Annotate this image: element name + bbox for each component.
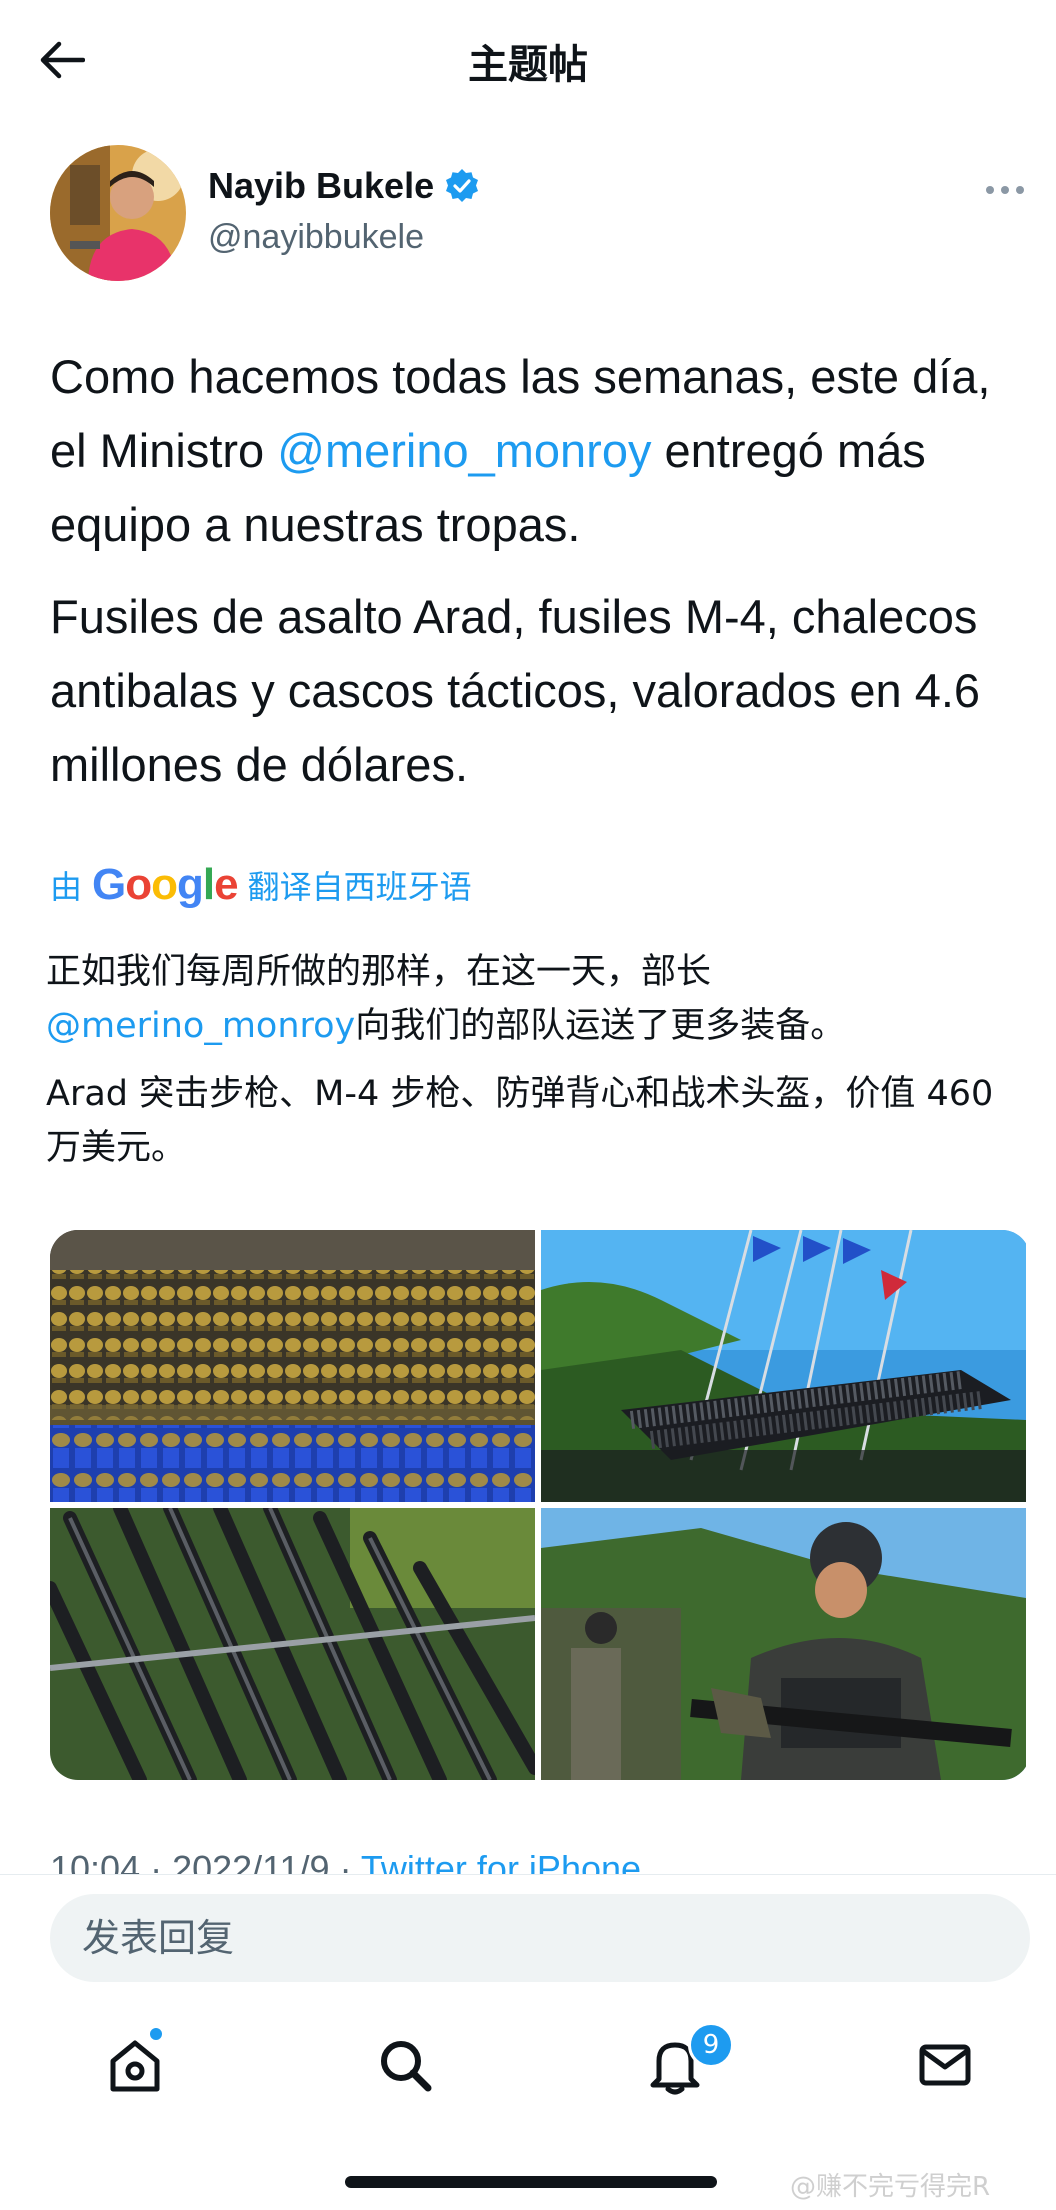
avatar[interactable]: [50, 145, 186, 281]
home-icon: [110, 2040, 160, 2092]
search-icon: [381, 2041, 432, 2092]
tweet-text: Como hacemos todas las semanas, este día…: [50, 340, 1010, 802]
mention-link[interactable]: @merino_monroy: [277, 424, 651, 477]
translated-mention-link[interactable]: @merino_monroy: [46, 1006, 355, 1046]
photo-helmets[interactable]: [50, 1230, 535, 1502]
more-options-button[interactable]: [980, 170, 1030, 210]
photo-rifle-rack-flags[interactable]: [541, 1230, 1026, 1502]
more-dots-icon: [986, 186, 1024, 194]
home-indicator: [345, 2176, 717, 2188]
top-bar: 主题帖: [0, 0, 1056, 120]
tab-messages[interactable]: [910, 2030, 980, 2100]
page-title: 主题帖: [468, 42, 588, 88]
divider: [0, 1874, 1056, 1875]
translated-text: 正如我们每周所做的那样，在这一天，部长@merino_monroy向我们的部队运…: [46, 945, 1006, 1175]
mail-icon: [919, 2044, 971, 2086]
tab-home[interactable]: [100, 2030, 170, 2100]
google-logo: Google: [92, 860, 239, 909]
author-handle[interactable]: @nayibbukele: [208, 218, 424, 257]
author-name-row: Nayib Bukele: [208, 165, 480, 207]
author-name[interactable]: Nayib Bukele: [208, 165, 434, 207]
reply-box: [50, 1894, 1030, 1982]
media-grid: [50, 1230, 1030, 1780]
photo-soldier[interactable]: [541, 1508, 1026, 1780]
verified-badge-icon: [446, 169, 479, 202]
tweet-source-link[interactable]: Twitter for iPhone: [361, 1848, 641, 1874]
photo-rifles-closeup[interactable]: [50, 1508, 535, 1780]
translated-paragraph-2: Arad 突击步枪、M-4 步枪、防弹背心和战术头盔，价值 460 万美元。: [46, 1074, 994, 1168]
notifications-badge: 9: [688, 2022, 734, 2068]
home-unread-dot: [150, 2028, 162, 2040]
translated-by-label: 由: [50, 868, 83, 906]
tab-search[interactable]: [370, 2030, 440, 2100]
tweet-timestamp: 10:04 · 2022/11/9 · Twitter for iPhone: [50, 1840, 1010, 1874]
translated-paragraph-1: 正如我们每周所做的那样，在这一天，部长@merino_monroy向我们的部队运…: [46, 952, 846, 1046]
watermark: @赚不完亏得完R: [790, 2172, 991, 2202]
translation-language-label: 翻译自西班牙语: [247, 868, 472, 906]
translated-by-google-link[interactable]: 由 Google 翻译自西班牙语: [50, 860, 472, 910]
tweet-paragraph-1: Como hacemos todas las semanas, este día…: [50, 350, 991, 551]
reply-input[interactable]: [50, 1894, 1030, 1982]
tweet-paragraph-2: Fusiles de asalto Arad, fusiles M-4, cha…: [50, 590, 981, 791]
